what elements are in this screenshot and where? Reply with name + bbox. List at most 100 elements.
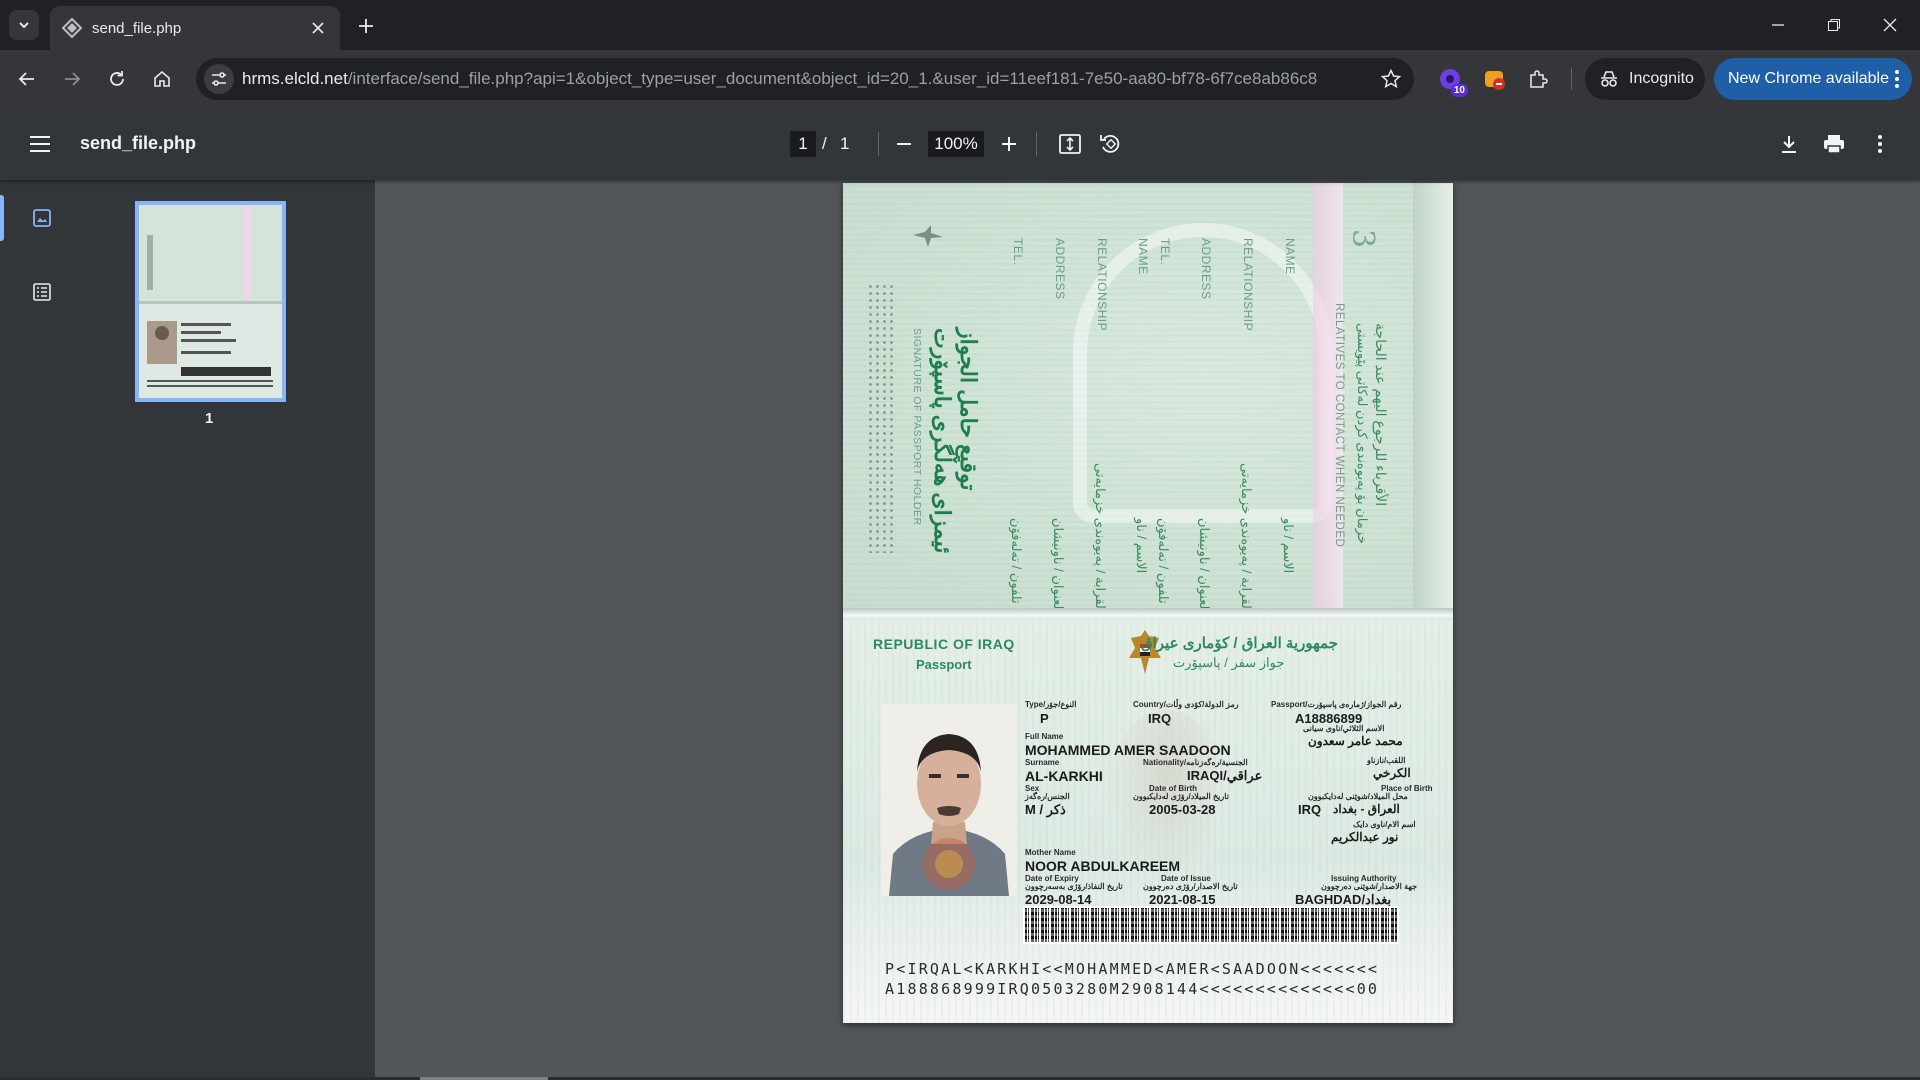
nationality-label: Nationality/الجنسية/رەگەزنامە bbox=[1143, 758, 1248, 767]
incognito-icon bbox=[1601, 71, 1617, 87]
back-arrow-icon[interactable] bbox=[9, 61, 45, 97]
page-separator: / bbox=[822, 134, 827, 153]
authority-label-ar: جهة الاصدار/شوێنی دەرچوون bbox=[1321, 882, 1418, 891]
issue-value: 2021-08-15 bbox=[1149, 892, 1216, 907]
pob-label-ar: محل الميلاد/شوێنی لەدایکبوون bbox=[1308, 792, 1408, 801]
mother-value-ar: نور عبدالكريم bbox=[1331, 830, 1399, 844]
thumbnail-preview bbox=[139, 205, 282, 398]
address-label: ADDRESS bbox=[1053, 238, 1067, 300]
signature-label-ku: ئیمزای هەڵگری پاسپۆرت bbox=[930, 328, 955, 554]
surname-value-ar: الكرخي bbox=[1373, 766, 1411, 780]
country-label: Country/رمز الدولة/کۆدی وڵات bbox=[1133, 700, 1239, 709]
print-icon[interactable] bbox=[1816, 126, 1852, 162]
surname-label: Surname bbox=[1025, 758, 1060, 767]
address-label-ar: العنوان / ناونیشان bbox=[1051, 518, 1066, 613]
signature-label-ar: توقيع حامل الجواز bbox=[956, 328, 981, 491]
update-label: New Chrome available bbox=[1728, 70, 1889, 87]
zoom-in-icon[interactable] bbox=[991, 126, 1027, 162]
close-window-icon[interactable] bbox=[1862, 0, 1918, 50]
pob-value: العراق - بغداد bbox=[1333, 802, 1400, 816]
relationship-label: RELATIONSHIP bbox=[1241, 238, 1255, 332]
restore-icon[interactable] bbox=[1806, 0, 1862, 50]
signature-label: SIGNATURE OF PASSPORT HOLDER bbox=[911, 328, 923, 526]
tel-label: TEL. bbox=[1158, 238, 1172, 266]
mrz-line-1: P<IRQAL<KARKHI<<MOHAMMED<AMER<SAADOON<<<… bbox=[885, 960, 1380, 978]
reload-icon[interactable] bbox=[99, 61, 135, 97]
download-icon[interactable] bbox=[1771, 126, 1807, 162]
outline-icon[interactable] bbox=[26, 276, 58, 308]
mrz-line-2: A188868999IRQ0503280M2908144<<<<<<<<<<<<… bbox=[885, 980, 1380, 998]
country-name-ar: جمهورية العراق / كۆماری عیراق bbox=[1141, 635, 1338, 652]
name-label: NAME bbox=[1283, 238, 1297, 275]
sex-label-ar: الجنس/رەگەز bbox=[1025, 792, 1070, 801]
browser-toolbar: hrms.elcld.net/interface/send_file.php?a… bbox=[0, 50, 1920, 108]
fit-page-icon[interactable] bbox=[1052, 126, 1088, 162]
surname-label-ar: اللقب/نازناو bbox=[1367, 756, 1406, 765]
star-icon[interactable] bbox=[1378, 66, 1404, 92]
site-settings-icon[interactable] bbox=[204, 64, 234, 94]
extension-icon[interactable] bbox=[1479, 63, 1511, 95]
home-icon[interactable] bbox=[144, 61, 180, 97]
relatives-heading: RELATIVES TO CONTACT WHEN NEEDED bbox=[1333, 303, 1345, 548]
page-number: 3 bbox=[1345, 228, 1381, 249]
mother-label: Mother Name bbox=[1025, 848, 1076, 857]
document-type-ar: جواز سفر / پاسپۆرت bbox=[1173, 655, 1285, 670]
tel-label-ar: تلفون / تەلەفۆن bbox=[1009, 518, 1024, 604]
page-thumbnail[interactable] bbox=[135, 201, 286, 402]
zoom-out-icon[interactable] bbox=[886, 126, 922, 162]
expiry-value: 2029-08-14 bbox=[1025, 892, 1092, 907]
relationship-label: RELATIONSHIP bbox=[1095, 238, 1109, 332]
more-icon[interactable] bbox=[1862, 126, 1898, 162]
surname-value: AL-KARKHI bbox=[1025, 768, 1103, 784]
type-label: Type/النوع/جۆر bbox=[1025, 700, 1077, 709]
page-fold bbox=[843, 608, 1453, 620]
puzzle-icon[interactable] bbox=[1522, 63, 1554, 95]
browser-tab[interactable]: send_file.php bbox=[50, 6, 340, 50]
pdf417-barcode bbox=[1023, 906, 1399, 944]
holder-photo bbox=[881, 704, 1017, 896]
active-indicator bbox=[0, 195, 4, 241]
incognito-label: Incognito bbox=[1629, 70, 1694, 87]
pdf-sidebar: 1 bbox=[0, 180, 375, 1080]
plus-icon[interactable] bbox=[352, 12, 380, 40]
thumbnails-icon[interactable] bbox=[26, 202, 58, 234]
url-text: hrms.elcld.net/interface/send_file.php?a… bbox=[242, 69, 1318, 88]
extension-icon[interactable]: 10 bbox=[1434, 63, 1468, 97]
address-bar[interactable]: hrms.elcld.net/interface/send_file.php?a… bbox=[196, 58, 1414, 100]
pdf-title: send_file.php bbox=[80, 133, 197, 153]
tab-title: send_file.php bbox=[92, 19, 182, 37]
type-value: P bbox=[1040, 711, 1049, 726]
tab-search-icon[interactable] bbox=[9, 10, 39, 40]
passport-upper-page: 3 TEL. ADDRESS RELATIONSHIP NAME TEL. AD… bbox=[843, 183, 1453, 638]
tab-strip: send_file.php bbox=[0, 0, 1920, 50]
relatives-heading-ku: خزمان بۆ پەیوەندی کردن لەکاتی پێویستی bbox=[1355, 323, 1370, 544]
nationality-value: IRAQI/عراقي bbox=[1187, 768, 1263, 783]
thumbnail-label: 1 bbox=[205, 410, 214, 427]
full-name-label: Full Name bbox=[1025, 732, 1064, 741]
pob-code-value: IRQ bbox=[1298, 802, 1322, 817]
name-label-ar: الاسم / ناو bbox=[1281, 518, 1296, 574]
menu-icon[interactable] bbox=[22, 128, 58, 160]
country-name: REPUBLIC OF IRAQ bbox=[873, 636, 1015, 652]
document-type: Passport bbox=[916, 657, 972, 672]
toolbar-divider bbox=[1036, 132, 1037, 156]
zoom-input[interactable]: 100% bbox=[928, 131, 984, 157]
address-label-ar: العنوان / ناونیشان bbox=[1197, 518, 1212, 613]
rotate-icon[interactable] bbox=[1092, 126, 1128, 162]
tel-label: TEL. bbox=[1011, 238, 1025, 266]
toolbar-divider bbox=[1571, 68, 1572, 90]
pdf-toolbar: send_file.php 1 / 1 100% bbox=[0, 108, 1920, 180]
sidebar-rail bbox=[0, 180, 84, 1080]
perforation-number bbox=[867, 283, 897, 553]
full-name-label-ar: الاسم الثلاثي/ناوی سیانی bbox=[1303, 724, 1385, 733]
passport-page: 3 TEL. ADDRESS RELATIONSHIP NAME TEL. AD… bbox=[843, 183, 1453, 1023]
kebab-icon bbox=[1895, 70, 1899, 88]
forward-arrow-icon[interactable] bbox=[54, 61, 90, 97]
incognito-indicator[interactable]: Incognito bbox=[1585, 58, 1705, 100]
country-value: IRQ bbox=[1148, 711, 1172, 726]
full-name-value-ar: محمد عامر سعدون bbox=[1308, 734, 1403, 748]
close-icon[interactable] bbox=[306, 16, 330, 40]
minimize-icon[interactable] bbox=[1750, 0, 1806, 50]
update-chrome-button[interactable]: New Chrome available bbox=[1714, 58, 1912, 100]
page-number-input[interactable]: 1 bbox=[790, 131, 816, 157]
